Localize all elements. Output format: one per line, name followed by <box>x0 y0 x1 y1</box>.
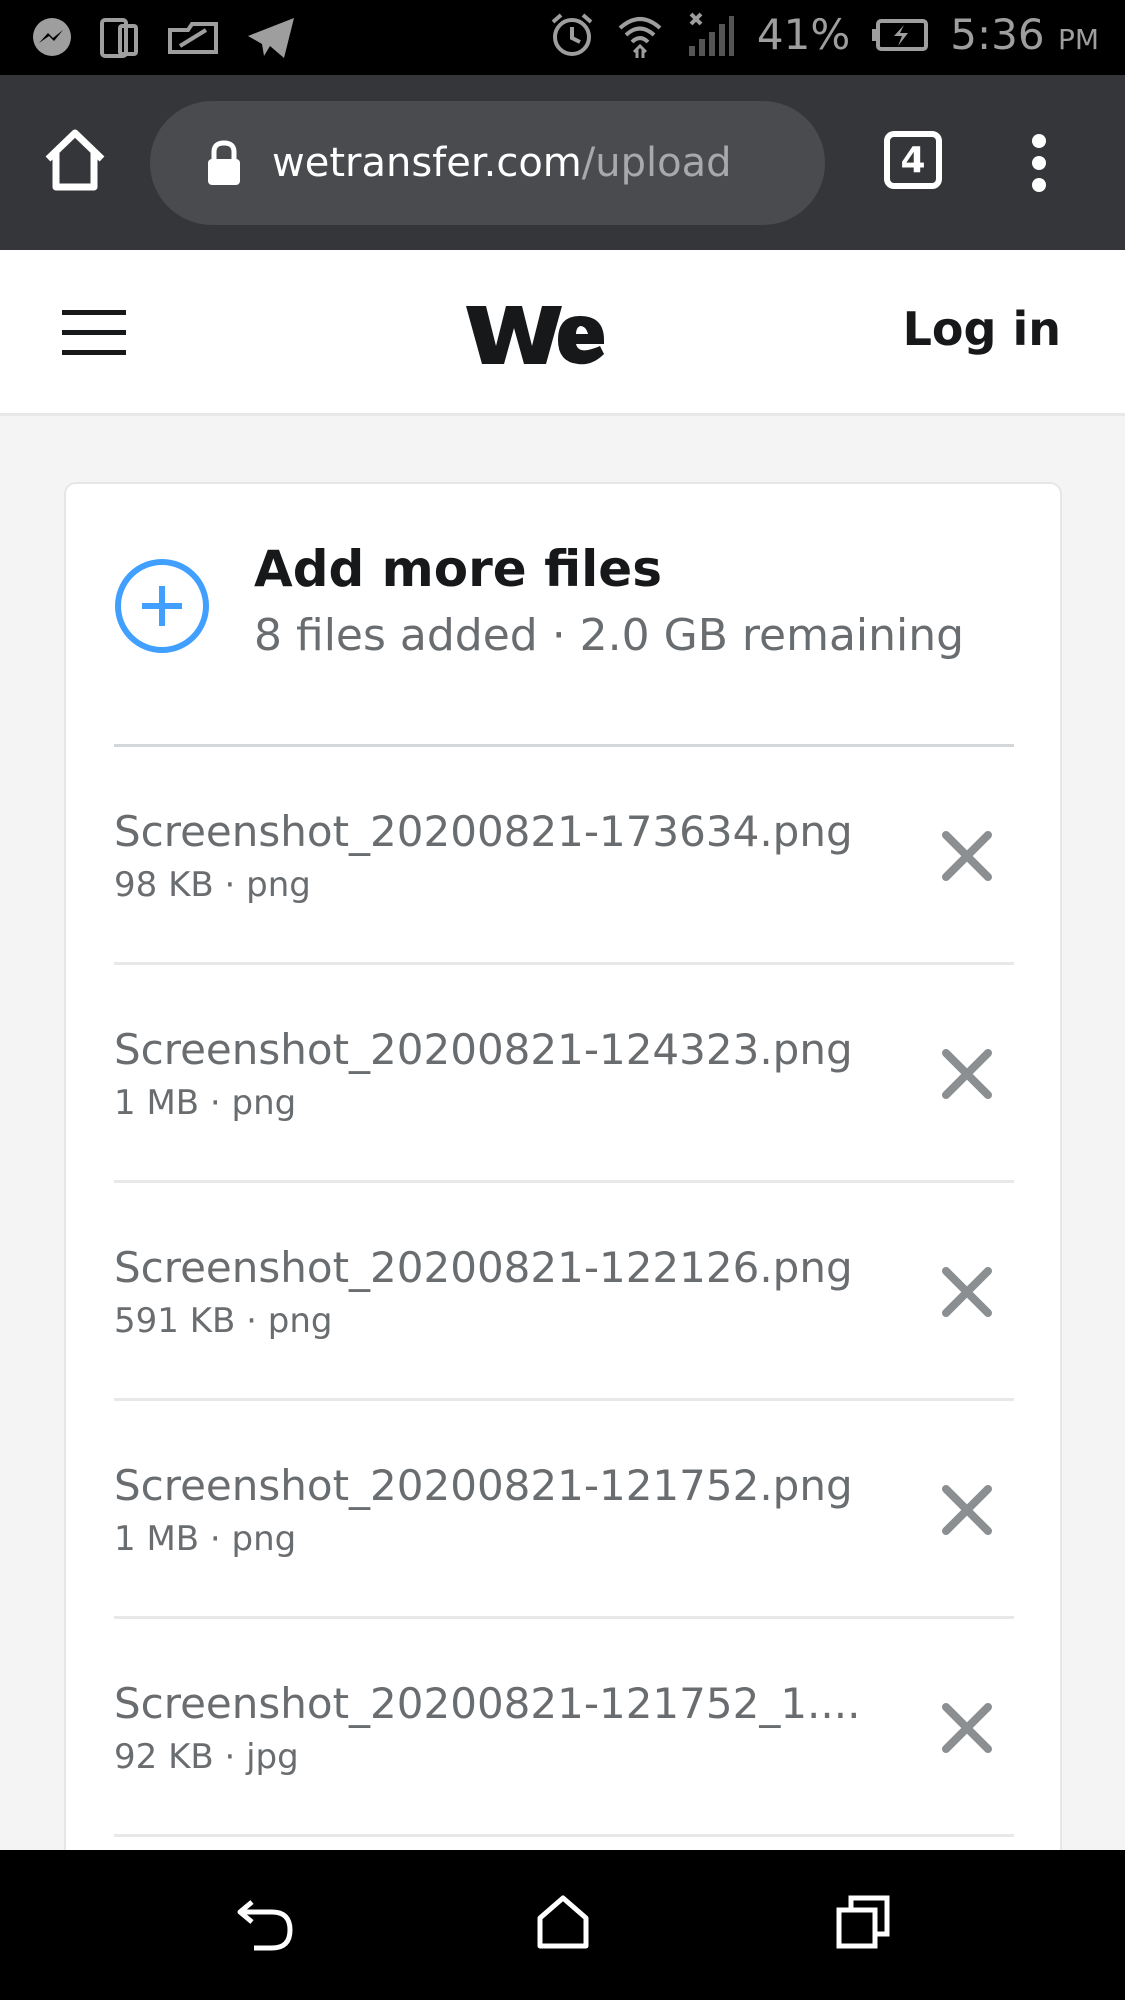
file-meta: 92 KB · jpg <box>114 1737 299 1777</box>
messenger-icon <box>33 18 71 56</box>
alarm-icon <box>551 12 593 56</box>
content-area: Add more files 8 files added · 2.0 GB re… <box>0 416 1125 1850</box>
more-options-icon[interactable] <box>1024 133 1054 193</box>
file-meta: 1 MB · png <box>114 1519 297 1559</box>
telegram-icon <box>248 18 294 58</box>
status-bar: 41% 5:36 PM <box>0 0 1125 75</box>
file-name: Screenshot_20200821-121752_1.... <box>114 1679 861 1728</box>
tab-switcher-button[interactable]: 4 <box>884 131 942 189</box>
upload-panel: Add more files 8 files added · 2.0 GB re… <box>64 482 1062 1850</box>
address-bar[interactable]: wetransfer.com/upload <box>150 101 825 225</box>
file-row: Screenshot_20200821-122126.png 591 KB · … <box>114 1183 1014 1401</box>
battery-icon <box>872 18 929 51</box>
site-header: Log in <box>0 250 1125 416</box>
file-name: Screenshot_20200821-173634.png <box>114 807 853 856</box>
file-list: Screenshot_20200821-173634.png 98 KB · p… <box>114 747 1014 1837</box>
add-files-title: Add more files <box>254 540 662 598</box>
file-row: Screenshot_20200821-121752_1.... 92 KB ·… <box>114 1619 1014 1837</box>
file-meta: 98 KB · png <box>114 865 311 905</box>
android-nav-bar <box>0 1850 1125 2000</box>
file-row: Screenshot_20200821-173634.png 98 KB · p… <box>114 747 1014 965</box>
browser-home-icon[interactable] <box>42 127 108 193</box>
add-more-files-button[interactable]: Add more files 8 files added · 2.0 GB re… <box>114 540 1014 690</box>
app-icon <box>168 22 218 54</box>
sim-icon <box>100 18 138 58</box>
hamburger-menu-icon[interactable] <box>62 310 126 356</box>
file-name: Screenshot_20200821-122126.png <box>114 1243 853 1292</box>
file-row: Screenshot_20200821-121752.png 1 MB · pn… <box>114 1401 1014 1619</box>
remove-file-icon[interactable] <box>940 1701 994 1755</box>
login-link[interactable]: Log in <box>903 302 1061 356</box>
back-icon[interactable] <box>236 1898 294 1952</box>
remove-file-icon[interactable] <box>940 1047 994 1101</box>
remove-file-icon[interactable] <box>940 1483 994 1537</box>
clock: 5:36 PM <box>950 10 1099 59</box>
browser-toolbar: wetransfer.com/upload 4 <box>0 75 1125 250</box>
lock-icon <box>208 140 240 185</box>
remove-file-icon[interactable] <box>940 1265 994 1319</box>
file-row: Screenshot_20200821-124323.png 1 MB · pn… <box>114 965 1014 1183</box>
wifi-icon <box>618 16 662 58</box>
file-name: Screenshot_20200821-121752.png <box>114 1461 853 1510</box>
recent-apps-icon[interactable] <box>836 1894 890 1950</box>
plus-circle-icon <box>115 559 209 653</box>
file-meta: 591 KB · png <box>114 1301 333 1341</box>
wetransfer-logo[interactable] <box>466 302 606 368</box>
remove-file-icon[interactable] <box>940 829 994 883</box>
file-meta: 1 MB · png <box>114 1083 297 1123</box>
signal-icon <box>688 12 734 56</box>
nav-home-icon[interactable] <box>536 1894 590 1950</box>
file-name: Screenshot_20200821-124323.png <box>114 1025 853 1074</box>
battery-percent: 41% <box>756 10 851 59</box>
url-text: wetransfer.com/upload <box>272 140 732 186</box>
files-summary: 8 files added · 2.0 GB remaining <box>254 610 965 661</box>
